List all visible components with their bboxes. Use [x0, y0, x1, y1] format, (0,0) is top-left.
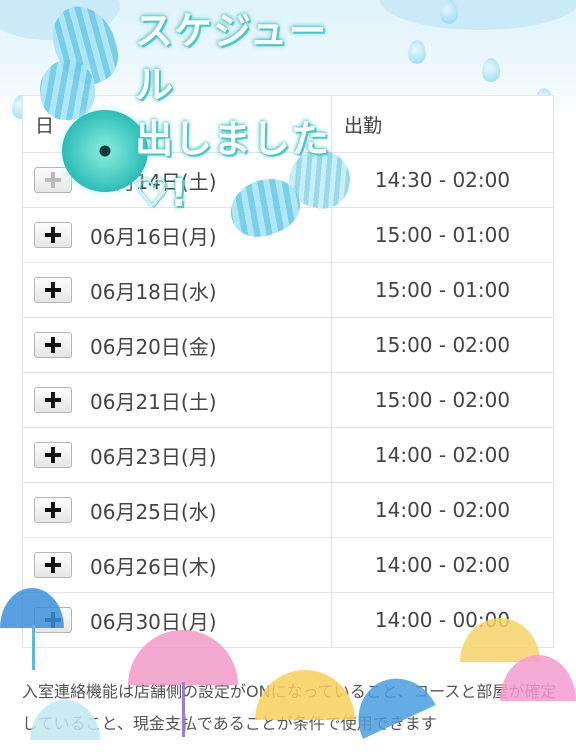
time-cell: 14:00 - 02:00	[331, 427, 554, 483]
add-reservation-button[interactable]	[34, 607, 72, 633]
time-cell: 15:00 - 02:00	[331, 372, 554, 428]
table-row: 06月21日(土) 15:00 - 02:00	[22, 372, 554, 428]
add-reservation-button[interactable]	[34, 387, 72, 413]
date-cell: 06月18日(水)	[90, 279, 217, 304]
time-cell: 15:00 - 02:00	[331, 317, 554, 373]
banner-line-2: 出しました♡!	[135, 117, 331, 215]
table-row: 06月30日(月) 14:00 - 00:00	[22, 592, 554, 648]
table-row: 06月25日(水) 14:00 - 02:00	[22, 482, 554, 538]
time-cell: 14:00 - 02:00	[331, 537, 554, 593]
time-cell: 14:00 - 00:00	[331, 592, 554, 648]
table-row: 06月18日(水) 15:00 - 01:00	[22, 262, 554, 318]
date-cell: 06月20日(金)	[90, 334, 217, 359]
date-cell: 06月25日(水)	[90, 499, 217, 524]
table-row: 06月20日(金) 15:00 - 02:00	[22, 317, 554, 373]
date-cell: 06月30日(月)	[90, 609, 217, 634]
add-reservation-button[interactable]	[34, 497, 72, 523]
date-cell: 06月23日(月)	[90, 444, 217, 469]
add-reservation-button[interactable]	[34, 552, 72, 578]
add-reservation-button[interactable]	[34, 222, 72, 248]
add-reservation-button[interactable]	[34, 332, 72, 358]
date-cell: 06月21日(土)	[90, 389, 217, 414]
time-cell: 15:00 - 01:00	[331, 262, 554, 318]
raindrop-decoration	[482, 58, 500, 82]
time-cell: 14:00 - 02:00	[331, 482, 554, 538]
add-reservation-button[interactable]	[34, 442, 72, 468]
raindrop-decoration	[408, 40, 426, 64]
add-reservation-button[interactable]	[34, 167, 72, 193]
add-reservation-button[interactable]	[34, 277, 72, 303]
table-row: 06月26日(木) 14:00 - 02:00	[22, 537, 554, 593]
banner-line-1: スケジュール	[135, 9, 328, 107]
notice-text: 入室連絡機能は店舗側の設定がONになっていること、コースと部屋が確定していること…	[22, 682, 557, 733]
schedule-banner-title: スケジュール 出しました♡!	[135, 4, 365, 220]
date-cell: 06月16日(月)	[90, 224, 217, 249]
date-cell: 06月26日(木)	[90, 554, 217, 579]
raindrop-decoration	[440, 0, 458, 24]
table-row: 06月23日(月) 14:00 - 02:00	[22, 427, 554, 483]
